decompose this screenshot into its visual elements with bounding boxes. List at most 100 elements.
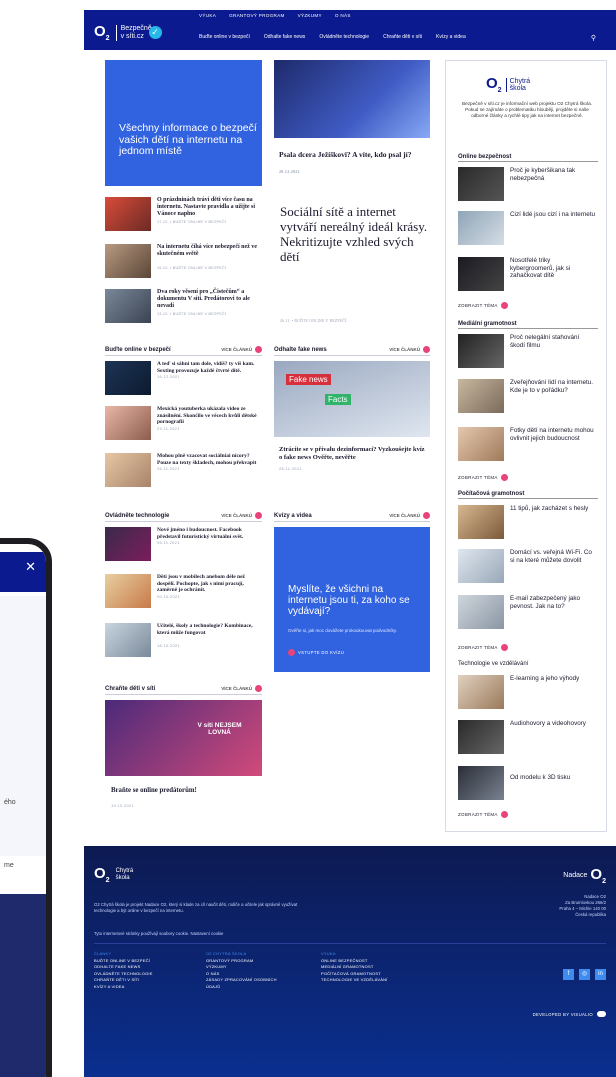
section-title: Kvízy a videa: [274, 512, 312, 519]
show-topic-label: ZOBRAZIT TÉMA: [458, 475, 498, 480]
article-thumbnail: [105, 361, 151, 395]
show-topic-label: ZOBRAZIT TÉMA: [458, 645, 498, 650]
protect-headline: Braňte se online predátorům!: [111, 787, 197, 794]
close-icon[interactable]: ✕: [25, 559, 36, 575]
main-nav-item[interactable]: Odhalte fake news: [264, 34, 305, 40]
linkedin-icon[interactable]: in: [595, 969, 606, 980]
sidebar-description: Bezpečně v síti.cz je informační web pro…: [461, 101, 592, 118]
footer-logo[interactable]: O2 Chytrá škola: [94, 865, 146, 884]
top-nav-item[interactable]: VÝZKUMY: [298, 13, 322, 18]
nadace-label: Nadace: [563, 872, 588, 879]
more-label: VÍCE ČLÁNKŮ: [221, 347, 252, 352]
sidebar-item-title: Proč je kyberšikana tak nebezpečná: [510, 167, 576, 182]
sidebar-item[interactable]: Nosotřelé triky kybergroomerů, jak si za…: [458, 257, 596, 291]
sidebar-thumb: [458, 211, 504, 245]
show-topic-button[interactable]: ZOBRAZIT TÉMA: [458, 474, 508, 481]
quiz-start-button[interactable]: VSTUPTE DO KVÍZU: [288, 649, 344, 656]
sidebar-group-title: Mediální gramotnost: [458, 321, 598, 329]
section-title: Odhalte fake news: [274, 346, 327, 353]
small-article-title: O prázdninách tráví děti více času na in…: [157, 197, 255, 217]
more-articles-link[interactable]: VÍCE ČLÁNKŮ: [389, 512, 430, 519]
footer-col-articles: ČLÁNKY BUĎTE ONLINE V BEZPEČÍ ODHALTE FA…: [94, 951, 153, 990]
sidebar-item-title: Cizí lidé jsou cizí i na internetu: [510, 211, 596, 218]
fake-news-article[interactable]: Ztrácíte se v přívalu dezinformací? Vyzk…: [279, 446, 429, 471]
top-nav: VÝUKA GRANTOVÝ PROGRAM VÝZKUMY O NÁS: [199, 13, 351, 18]
sidebar-item[interactable]: E-learning a jeho výhody: [458, 675, 596, 709]
main-nav-item[interactable]: Ovládněte technologie: [319, 34, 369, 40]
sidebar-item[interactable]: Audiohovory a videohovory: [458, 720, 596, 754]
sidebar-item[interactable]: Zveřejňování lidí na internetu. Kde je t…: [458, 379, 596, 413]
footer-link[interactable]: ZÁSADY ZPRACOVÁNÍ OSOBNÍCH ÚDAJŮ: [206, 977, 291, 990]
main-nav-item[interactable]: Chraňte děti v síti: [383, 34, 422, 40]
facebook-icon[interactable]: f: [563, 969, 574, 980]
main-nav-item[interactable]: Kvízy a videa: [436, 34, 466, 40]
quiz-banner[interactable]: Myslíte, že všichni na internetu jsou ti…: [274, 527, 430, 672]
top-nav-item[interactable]: GRANTOVÝ PROGRAM: [229, 13, 285, 18]
hero-blue-banner[interactable]: Všechny informace o bezpečí vašich dětí …: [105, 60, 262, 186]
protect-image[interactable]: V síti NEJSEM LOVNÁ: [105, 700, 262, 776]
sidebar-item[interactable]: Proč je kyberšikana tak nebezpečná: [458, 167, 596, 201]
sidebar-thumb: [458, 505, 504, 539]
o2-logo-icon: O2: [94, 865, 110, 884]
sidebar-thumb: [458, 766, 504, 800]
sidebar-logo[interactable]: O2 Chytrá škola: [486, 75, 538, 94]
nadace-logo[interactable]: Nadace O2: [563, 866, 606, 885]
article-item[interactable]: Mexická youtuberka ukázala video ze znás…: [105, 406, 257, 440]
address-line: Česká republika: [575, 912, 606, 917]
small-article[interactable]: Dva roky věsení pro „Čistečům“ a dokumen…: [105, 289, 267, 323]
article-item[interactable]: Děti jsou v mobilech anebom déle než dos…: [105, 574, 257, 608]
developer-credit[interactable]: DEVELOPED BY VISUALIO: [533, 1011, 606, 1017]
hero-image-title[interactable]: Psala dcera Ježíškovi? A víte, kdo psal …: [279, 150, 419, 176]
big-headline[interactable]: Sociální sítě a internet vytváří nereáln…: [280, 204, 430, 329]
sidebar-item[interactable]: Domácí vs. veřejná Wi-Fi. Co si na které…: [458, 549, 596, 583]
sidebar-thumb: [458, 257, 504, 291]
quiz-description: Ověřte si, jak moc dovážete prokoukouvat…: [288, 628, 397, 633]
show-topic-button[interactable]: ZOBRAZIT TÉMA: [458, 302, 508, 309]
footer-link[interactable]: TECHNOLOGIE VE VZDĚLÁVÁNÍ: [321, 977, 388, 984]
more-articles-link[interactable]: VÍCE ČLÁNKŮ: [221, 685, 262, 692]
article-thumbnail: [105, 623, 151, 657]
arrow-icon: [500, 811, 508, 818]
sidebar-thumb: [458, 595, 504, 629]
sidebar-item-title: Zveřejňování lidí na internetu. Kde je t…: [510, 379, 593, 394]
search-icon[interactable]: ⚲: [591, 34, 596, 42]
arrow-icon: [423, 512, 430, 519]
logo-text: Bezpečně v síti.cz: [115, 24, 152, 41]
article-item[interactable]: Učitelé, školy a technologie? Kombinace,…: [105, 623, 257, 657]
small-article[interactable]: O prázdninách tráví děti více času na in…: [105, 197, 267, 231]
sidebar-item[interactable]: Fotky dětí na internetu mohou ovlivnit j…: [458, 427, 596, 461]
site-logo[interactable]: O2 Bezpečně v síti.cz ✓: [94, 23, 162, 42]
top-nav-item[interactable]: O NÁS: [335, 13, 351, 18]
instagram-icon[interactable]: ◎: [579, 969, 590, 980]
footer-link[interactable]: KVÍZY A VIDEA: [94, 984, 153, 991]
sidebar-item[interactable]: Od modelu k 3D tisku: [458, 766, 596, 800]
show-topic-button[interactable]: ZOBRAZIT TÉMA: [458, 644, 508, 651]
section-title: Buďte online v bezpečí: [105, 346, 171, 353]
more-articles-link[interactable]: VÍCE ČLÁNKŮ: [221, 346, 262, 353]
more-label: VÍCE ČLÁNKŮ: [221, 686, 252, 691]
article-title: A teď si sáhni tam dole, vidíš? ty víš k…: [157, 361, 255, 374]
more-articles-link[interactable]: VÍCE ČLÁNKŮ: [221, 512, 262, 519]
sidebar-item[interactable]: Cizí lidé jsou cizí i na internetu: [458, 211, 596, 245]
small-article-tag: 17.12. • BUĎTE ONLINE V BEZPEČÍ: [157, 220, 227, 224]
sidebar-item[interactable]: Proč nelegální stahování škodí filmu: [458, 334, 596, 368]
show-topic-label: ZOBRAZIT TÉMA: [458, 303, 498, 308]
article-item[interactable]: Mohou plně vzacovat sociálníai nícory? P…: [105, 453, 257, 487]
small-article[interactable]: Na internetu číhá více nebezpečí než ve …: [105, 244, 267, 278]
sidebar-item[interactable]: 11 tipů, jak zacházet s hesly: [458, 505, 596, 539]
cookie-notice[interactable]: Tyto internetové stránky používají soubo…: [94, 931, 223, 936]
more-articles-link[interactable]: VÍCE ČLÁNKŮ: [389, 346, 430, 353]
sidebar-group-title: Počítačová gramotnost: [458, 491, 598, 499]
main-nav-item[interactable]: Buďte online v bezpečí: [199, 34, 250, 40]
sidebar-item[interactable]: E-mail zabezpečený jako pevnost. Jak na …: [458, 595, 596, 629]
top-nav-item[interactable]: VÝUKA: [199, 13, 216, 18]
article-item[interactable]: Nové jméno i budoucnost. Facebook předst…: [105, 527, 257, 561]
fake-news-image[interactable]: [274, 361, 430, 437]
protect-article[interactable]: Braňte se online predátorům! 19.10.2021: [111, 787, 197, 808]
article-item[interactable]: A teď si sáhni tam dole, vidíš? ty víš k…: [105, 361, 257, 395]
show-topic-button[interactable]: ZOBRAZIT TÉMA: [458, 811, 508, 818]
hero-image[interactable]: [274, 60, 430, 138]
article-thumbnail: [105, 453, 151, 487]
site-header: O2 Bezpečně v síti.cz ✓ VÝUKA GRANTOVÝ P…: [84, 10, 616, 50]
article-title: Nové jméno i budoucnost. Facebook předst…: [157, 527, 244, 540]
